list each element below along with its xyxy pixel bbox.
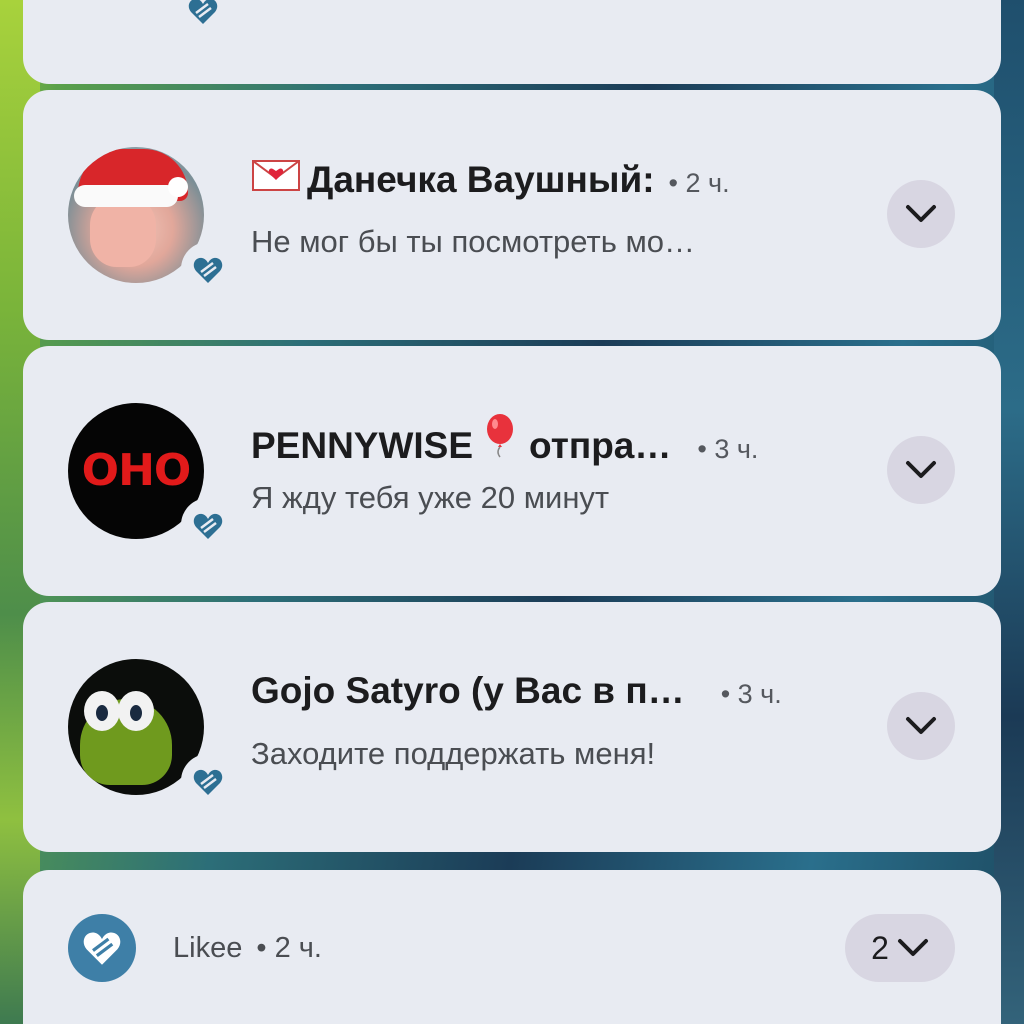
likee-heart-icon [193,256,223,283]
group-header: Likee • 2 ч. [173,932,322,965]
chevron-down-icon [906,717,936,734]
expand-group-button[interactable]: 2 [845,914,955,982]
notification-card[interactable]: Данечка Ваушный: • 2 ч. Не мог бы ты пос… [23,90,1001,340]
notification-header: Данечка Ваушный: • 2 ч. [251,158,730,201]
notification-card[interactable]: Gojo Satyro (у Вас в п… • 3 ч. Заходите … [23,602,1001,852]
app-name: Likee [173,932,243,964]
notification-header: Gojo Satyro (у Вас в п… • 3 ч. [251,670,782,712]
likee-logo-icon [68,914,136,982]
notification-card[interactable]: ОНО PENNYWISE отпра… • 3 ч. Я жду тебя у… [23,346,1001,596]
likee-badge [181,498,235,552]
notification-header: PENNYWISE отпра… • 3 ч. [251,414,758,467]
sender-action: отпра… [529,425,672,466]
love-letter-icon [251,158,301,192]
notification-count: 2 [871,929,889,966]
message-preview: Заходите поддержать меня! [251,736,656,771]
red-balloon-icon [483,414,517,458]
chevron-down-icon [897,939,928,956]
avatar-text: ОНО [81,445,192,496]
expand-button[interactable] [887,692,955,760]
likee-badge [173,0,233,30]
timestamp: • 3 ч. [720,679,782,709]
likee-badge [181,242,235,296]
sender-name: Gojo Satyro (у Вас в п… [251,670,685,711]
message-preview: Не мог бы ты посмотреть мо… [251,224,696,259]
likee-heart-icon [188,0,218,24]
chevron-down-icon [906,461,936,478]
timestamp: • 2 ч. [668,168,730,198]
likee-heart-icon [193,512,223,539]
sender-name: PENNYWISE [251,425,474,466]
expand-button[interactable] [887,180,955,248]
sender-name: Данечка Ваушный: [307,159,655,200]
message-preview: Я жду тебя уже 20 минут [251,480,610,515]
notification-group-card[interactable]: Likee • 2 ч. 2 [23,870,1001,1024]
notification-card-partial[interactable] [23,0,1001,84]
timestamp: • 2 ч. [256,932,322,964]
chevron-down-icon [906,205,936,222]
timestamp: • 3 ч. [697,434,759,464]
likee-heart-icon [193,768,223,795]
likee-badge [181,754,235,808]
expand-button[interactable] [887,436,955,504]
